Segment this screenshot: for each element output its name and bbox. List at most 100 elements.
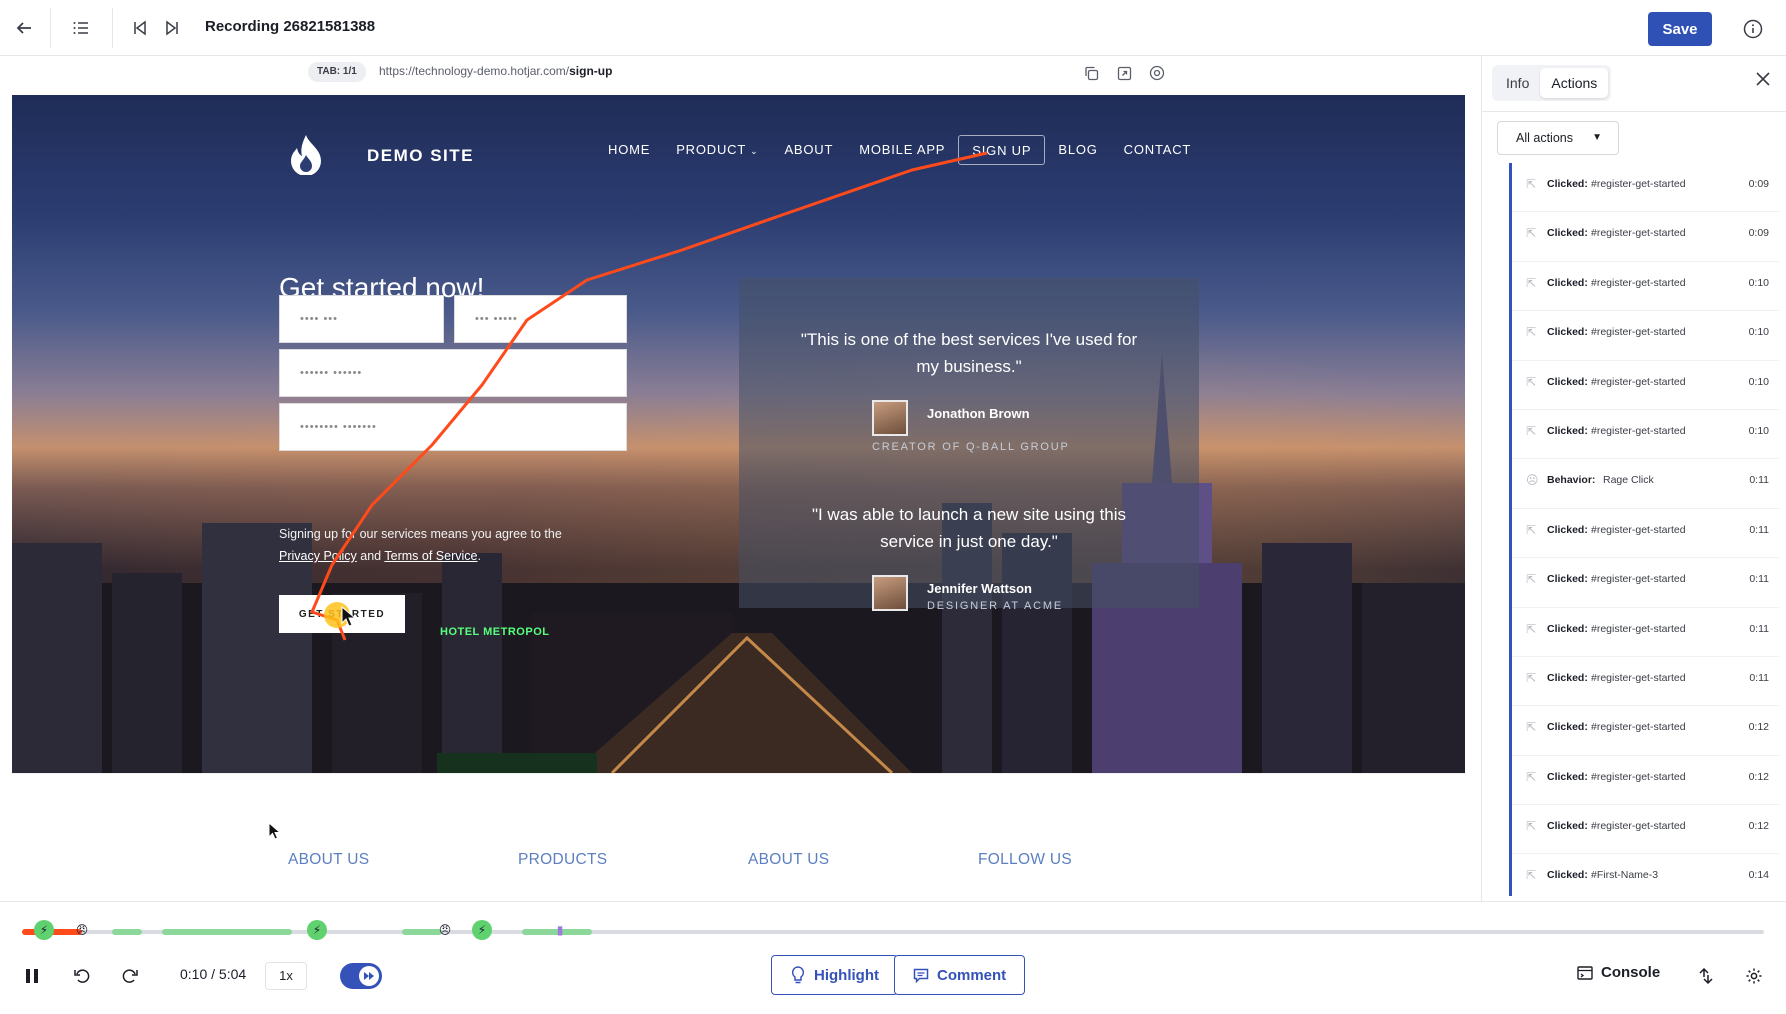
skip-inactivity-toggle[interactable] bbox=[340, 963, 382, 989]
action-row[interactable]: ⇱ Clicked: #register-get-started 0:12 bbox=[1512, 756, 1779, 806]
previous-recording-icon[interactable] bbox=[124, 12, 156, 44]
close-icon[interactable] bbox=[1750, 66, 1776, 92]
cursor-icon: ⇱ bbox=[1526, 177, 1537, 191]
action-time: 0:11 bbox=[1749, 523, 1769, 536]
action-target: #register-get-started bbox=[1591, 424, 1686, 437]
info-icon[interactable] bbox=[1736, 12, 1770, 46]
action-time: 0:11 bbox=[1749, 671, 1769, 684]
action-target: #register-get-started bbox=[1591, 573, 1686, 586]
action-type: Clicked: bbox=[1547, 375, 1588, 388]
action-type: Clicked: bbox=[1547, 622, 1588, 635]
action-row[interactable]: ⇱ Clicked: #register-get-started 0:11 bbox=[1512, 558, 1779, 608]
action-type: Clicked: bbox=[1547, 573, 1588, 586]
rage-click-event-icon[interactable]: 😠 bbox=[72, 920, 92, 940]
action-row[interactable]: ☹ Behavior: Rage Click 0:11 bbox=[1512, 459, 1779, 509]
cursor-icon: ⇱ bbox=[1526, 621, 1537, 636]
copy-icon[interactable] bbox=[1080, 62, 1102, 84]
cursor-icon: ⇱ bbox=[1526, 572, 1537, 587]
playback-speed-button[interactable]: 1x bbox=[265, 962, 307, 990]
action-time: 0:10 bbox=[1748, 424, 1769, 437]
action-type: Clicked: bbox=[1547, 227, 1588, 240]
skip-icon bbox=[359, 966, 379, 986]
action-row[interactable]: ⇱ Clicked: #register-get-started 0:11 bbox=[1512, 509, 1779, 559]
action-type: Clicked: bbox=[1547, 326, 1588, 339]
action-target: #register-get-started bbox=[1591, 770, 1686, 783]
console-icon bbox=[1577, 965, 1593, 980]
action-time: 0:12 bbox=[1748, 721, 1769, 734]
filter-value: All actions bbox=[1516, 131, 1573, 145]
cursor-icon: ⇱ bbox=[1526, 423, 1537, 438]
cursor-icon: ⇱ bbox=[1526, 868, 1537, 883]
action-row[interactable]: ⇱ Clicked: #First-Name-3 0:14 bbox=[1512, 854, 1779, 896]
open-external-icon[interactable] bbox=[1113, 62, 1135, 84]
cursor-icon: ⇱ bbox=[1526, 226, 1537, 241]
divider bbox=[50, 8, 51, 48]
action-time: 0:12 bbox=[1748, 770, 1769, 783]
console-button[interactable]: Console bbox=[1577, 964, 1660, 981]
action-row[interactable]: ⇱ Clicked: #register-get-started 0:12 bbox=[1512, 706, 1779, 756]
recorded-website: HOTEL METROPOL DEMO SITE HOME PRODUCT ⌄ ABO… bbox=[12, 95, 1465, 773]
url-bar: TAB: 1/1 https://technology-demo.hotjar.… bbox=[8, 56, 1478, 92]
rage-click-event-icon[interactable]: 😠 bbox=[435, 920, 455, 940]
action-type: Clicked: bbox=[1547, 178, 1588, 190]
u-turn-event-icon[interactable]: ⚡ bbox=[34, 920, 54, 940]
action-target: #register-get-started bbox=[1591, 671, 1686, 684]
forward-icon[interactable] bbox=[118, 960, 142, 992]
action-row[interactable]: ⇱ Clicked: #register-get-started 0:10 bbox=[1512, 262, 1779, 312]
cursor-icon: ⇱ bbox=[1526, 670, 1537, 685]
screenshot-icon[interactable] bbox=[1146, 62, 1168, 84]
cursor-icon: ⇱ bbox=[1526, 720, 1537, 735]
action-row[interactable]: ⇱ Clicked: #register-get-started 0:10 bbox=[1512, 361, 1779, 410]
actions-filter-dropdown[interactable]: All actions ▼ bbox=[1497, 121, 1619, 155]
top-bar: Recording 26821581388 Save bbox=[0, 0, 1786, 56]
u-turn-event-icon[interactable]: ⚡ bbox=[472, 920, 492, 940]
cursor-icon: ⇱ bbox=[1526, 325, 1537, 340]
footer-link-products[interactable]: PRODUCTS bbox=[518, 851, 607, 869]
tab-actions[interactable]: Actions bbox=[1540, 68, 1609, 98]
next-recording-icon[interactable] bbox=[156, 12, 188, 44]
playback-timeline[interactable]: ⚡ 😠 ⚡ 😠 ⚡ ▮ bbox=[22, 920, 1764, 940]
footer-link-about-us[interactable]: ABOUT US bbox=[748, 851, 829, 869]
action-target: #register-get-started bbox=[1591, 227, 1686, 240]
footer-link-about-us[interactable]: ABOUT US bbox=[288, 851, 369, 869]
action-target: Rage Click bbox=[1603, 474, 1654, 487]
action-type: Clicked: bbox=[1547, 671, 1588, 684]
action-row[interactable]: ⇱ Clicked: #register-get-started 0:09 bbox=[1512, 212, 1779, 262]
panel-tabs: Info Actions bbox=[1492, 65, 1612, 101]
settings-gear-icon[interactable] bbox=[1742, 960, 1766, 992]
pause-icon[interactable] bbox=[20, 960, 44, 992]
action-target: #register-get-started bbox=[1591, 622, 1686, 635]
comment-button[interactable]: Comment bbox=[894, 955, 1026, 995]
action-type: Clicked: bbox=[1547, 721, 1588, 734]
action-target: #register-get-started bbox=[1591, 523, 1686, 536]
keyboard-shortcuts-icon[interactable] bbox=[1694, 960, 1718, 992]
action-row[interactable]: ⇱ Clicked: #register-get-started 0:10 bbox=[1512, 311, 1779, 361]
list-icon[interactable] bbox=[65, 12, 97, 44]
recording-player-app: Recording 26821581388 Save TAB: 1/1 http… bbox=[0, 0, 1786, 1014]
action-target: #register-get-started bbox=[1591, 820, 1686, 833]
back-arrow-icon[interactable] bbox=[8, 12, 40, 44]
highlight-button[interactable]: Highlight bbox=[771, 955, 898, 995]
action-row[interactable]: ⇱ Clicked: #register-get-started 0:11 bbox=[1512, 608, 1779, 657]
action-type: Clicked: bbox=[1547, 820, 1588, 833]
save-button[interactable]: Save bbox=[1648, 12, 1712, 46]
action-time: 0:14 bbox=[1748, 869, 1769, 882]
page-url: https://technology-demo.hotjar.com/sign-… bbox=[379, 64, 612, 78]
u-turn-event-icon[interactable]: ⚡ bbox=[307, 920, 327, 940]
action-time: 0:10 bbox=[1748, 276, 1769, 289]
action-time: 0:11 bbox=[1749, 622, 1769, 635]
tab-info[interactable]: Info bbox=[1495, 68, 1540, 98]
frustration-event-icon[interactable]: ▮ bbox=[550, 920, 570, 940]
console-label: Console bbox=[1601, 964, 1661, 981]
action-time: 0:10 bbox=[1748, 375, 1769, 388]
action-row[interactable]: ⇱ Clicked: #register-get-started 0:11 bbox=[1512, 657, 1779, 707]
footer-link-follow-us[interactable]: FOLLOW US bbox=[978, 851, 1072, 869]
action-row[interactable]: ⇱ Clicked: #register-get-started 0:10 bbox=[1512, 410, 1779, 460]
action-row[interactable]: ⇱ Clicked: #register-get-started 0:12 bbox=[1512, 805, 1779, 855]
divider bbox=[112, 8, 113, 48]
rewind-icon[interactable] bbox=[70, 960, 94, 992]
action-type: Clicked: bbox=[1547, 523, 1588, 536]
highlight-label: Highlight bbox=[814, 966, 879, 984]
action-row[interactable]: ⇱ Clicked: #register-get-started 0:09 bbox=[1512, 163, 1779, 213]
action-time: 0:12 bbox=[1748, 820, 1769, 833]
